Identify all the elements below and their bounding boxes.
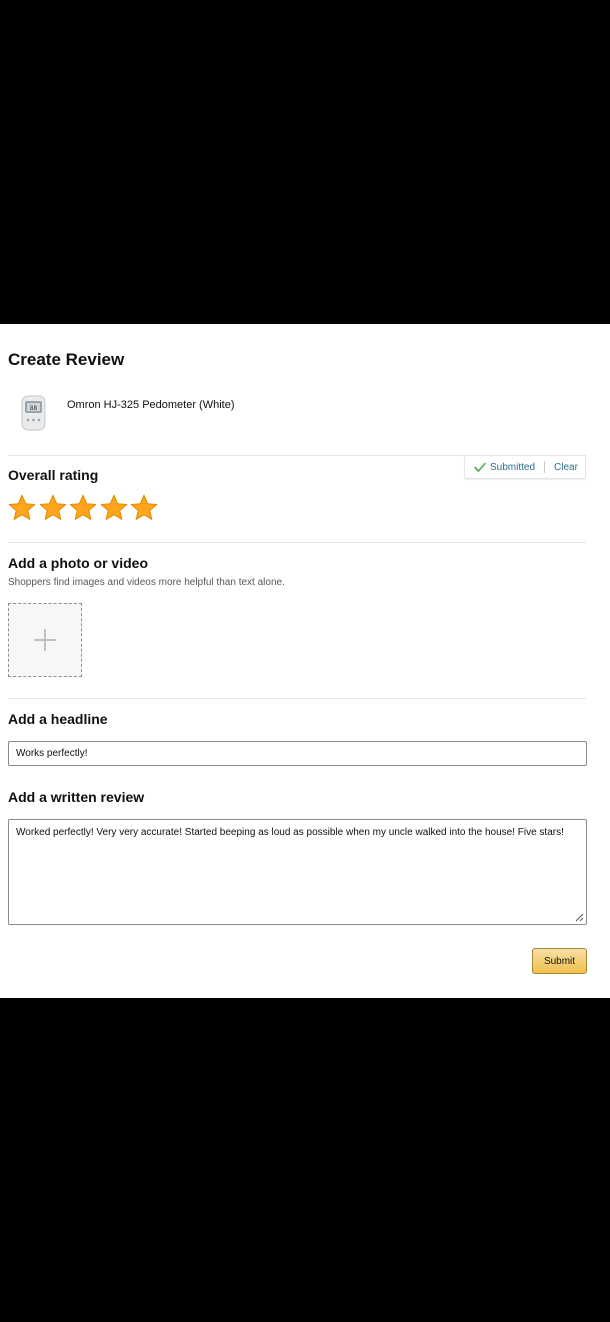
page-title: Create Review: [8, 350, 125, 369]
written-review-text: Worked perfectly! Very very accurate! St…: [16, 827, 564, 838]
check-icon: [473, 460, 487, 474]
pedometer-image: 88: [16, 392, 50, 434]
overall-rating-title: Overall rating: [8, 467, 99, 483]
photo-video-title: Add a photo or video: [8, 555, 148, 571]
divider: [8, 698, 586, 699]
star-icon[interactable]: [68, 493, 98, 523]
written-review-title: Add a written review: [8, 789, 145, 805]
svg-text:88: 88: [30, 405, 38, 412]
star-icon[interactable]: [38, 493, 68, 523]
create-review-panel: Create Review 88 Omron HJ-325 Pedometer …: [0, 324, 610, 998]
star-icon[interactable]: [129, 493, 159, 523]
divider: [8, 542, 586, 543]
add-media-button[interactable]: [8, 603, 82, 677]
headline-input[interactable]: Works perfectly!: [8, 741, 587, 766]
resize-handle-icon[interactable]: [574, 912, 584, 922]
status-submitted-label: Submitted: [490, 461, 536, 473]
star-icon[interactable]: [7, 493, 37, 523]
star-rating[interactable]: [7, 493, 160, 523]
written-review-textarea[interactable]: Worked perfectly! Very very accurate! St…: [8, 819, 587, 925]
star-icon[interactable]: [99, 493, 129, 523]
plus-icon: [34, 629, 56, 651]
rating-status-box: Submitted Clear: [464, 455, 586, 479]
product-name[interactable]: Omron HJ-325 Pedometer (White): [67, 399, 235, 411]
clear-rating-link[interactable]: Clear: [554, 462, 578, 473]
headline-title: Add a headline: [8, 711, 108, 727]
submit-button[interactable]: Submit: [532, 948, 587, 974]
product-summary: 88 Omron HJ-325 Pedometer (White): [16, 392, 235, 434]
photo-video-subtitle: Shoppers find images and videos more hel…: [8, 577, 285, 588]
status-divider: [544, 461, 546, 473]
